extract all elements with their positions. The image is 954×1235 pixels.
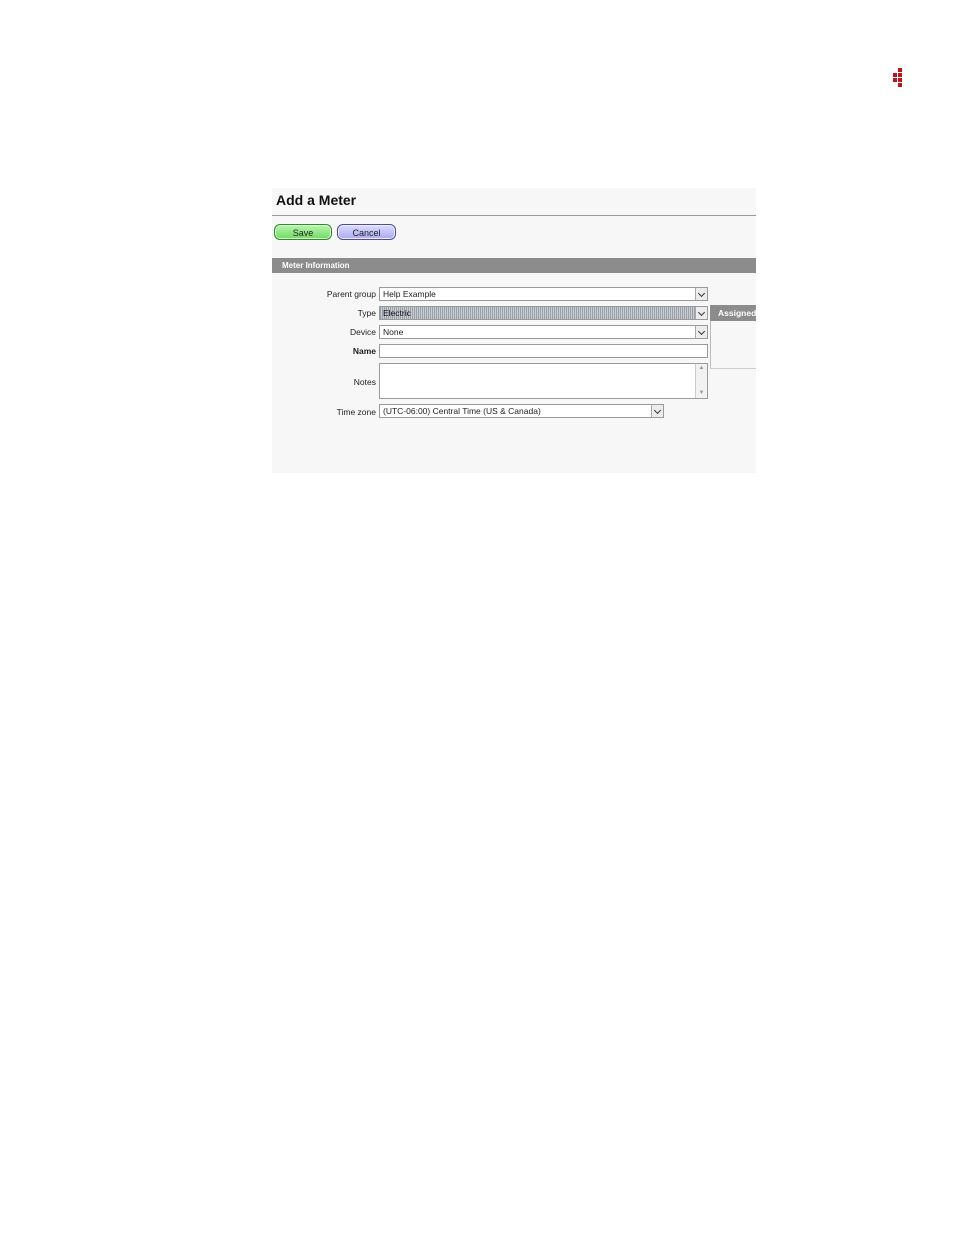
time-zone-value: (UTC-06:00) Central Time (US & Canada) (383, 406, 541, 416)
add-meter-panel: Add a Meter Save Cancel Meter Informatio… (272, 188, 756, 473)
chevron-down-icon[interactable] (695, 307, 707, 319)
notes-scrollbar[interactable]: ▲ ▼ (695, 364, 707, 398)
chevron-down-icon[interactable] (695, 288, 707, 300)
time-zone-label: Time zone (336, 407, 376, 417)
notes-label: Notes (353, 377, 376, 387)
tab-assigned[interactable]: Assigned (710, 305, 756, 321)
title-divider (272, 215, 756, 216)
type-select[interactable]: Electric (379, 306, 708, 320)
chevron-down-icon[interactable] (651, 405, 663, 417)
type-value: Electric (383, 308, 411, 318)
cancel-button[interactable]: Cancel (337, 224, 396, 240)
time-zone-select[interactable]: (UTC-06:00) Central Time (US & Canada) (379, 404, 664, 418)
assigned-divider (710, 321, 711, 369)
assigned-divider-bottom (710, 368, 756, 369)
save-button[interactable]: Save (274, 224, 332, 240)
device-label: Device (350, 327, 376, 337)
parent-group-value: Help Example (383, 289, 436, 299)
parent-group-label: Parent group (326, 289, 376, 299)
parent-group-select[interactable]: Help Example (379, 287, 708, 301)
scroll-up-icon[interactable]: ▲ (698, 365, 705, 371)
name-label: Name (352, 346, 376, 356)
section-header-meter-information: Meter Information (272, 258, 756, 273)
brand-logo-icon (892, 68, 906, 87)
chevron-down-icon[interactable] (695, 326, 707, 338)
type-label: Type (357, 308, 376, 318)
page-title: Add a Meter (276, 192, 357, 208)
notes-textarea[interactable]: ▲ ▼ (379, 363, 708, 399)
scroll-down-icon[interactable]: ▼ (698, 390, 705, 396)
device-select[interactable]: None (379, 325, 708, 339)
device-value: None (383, 327, 404, 337)
name-input[interactable] (379, 344, 708, 358)
